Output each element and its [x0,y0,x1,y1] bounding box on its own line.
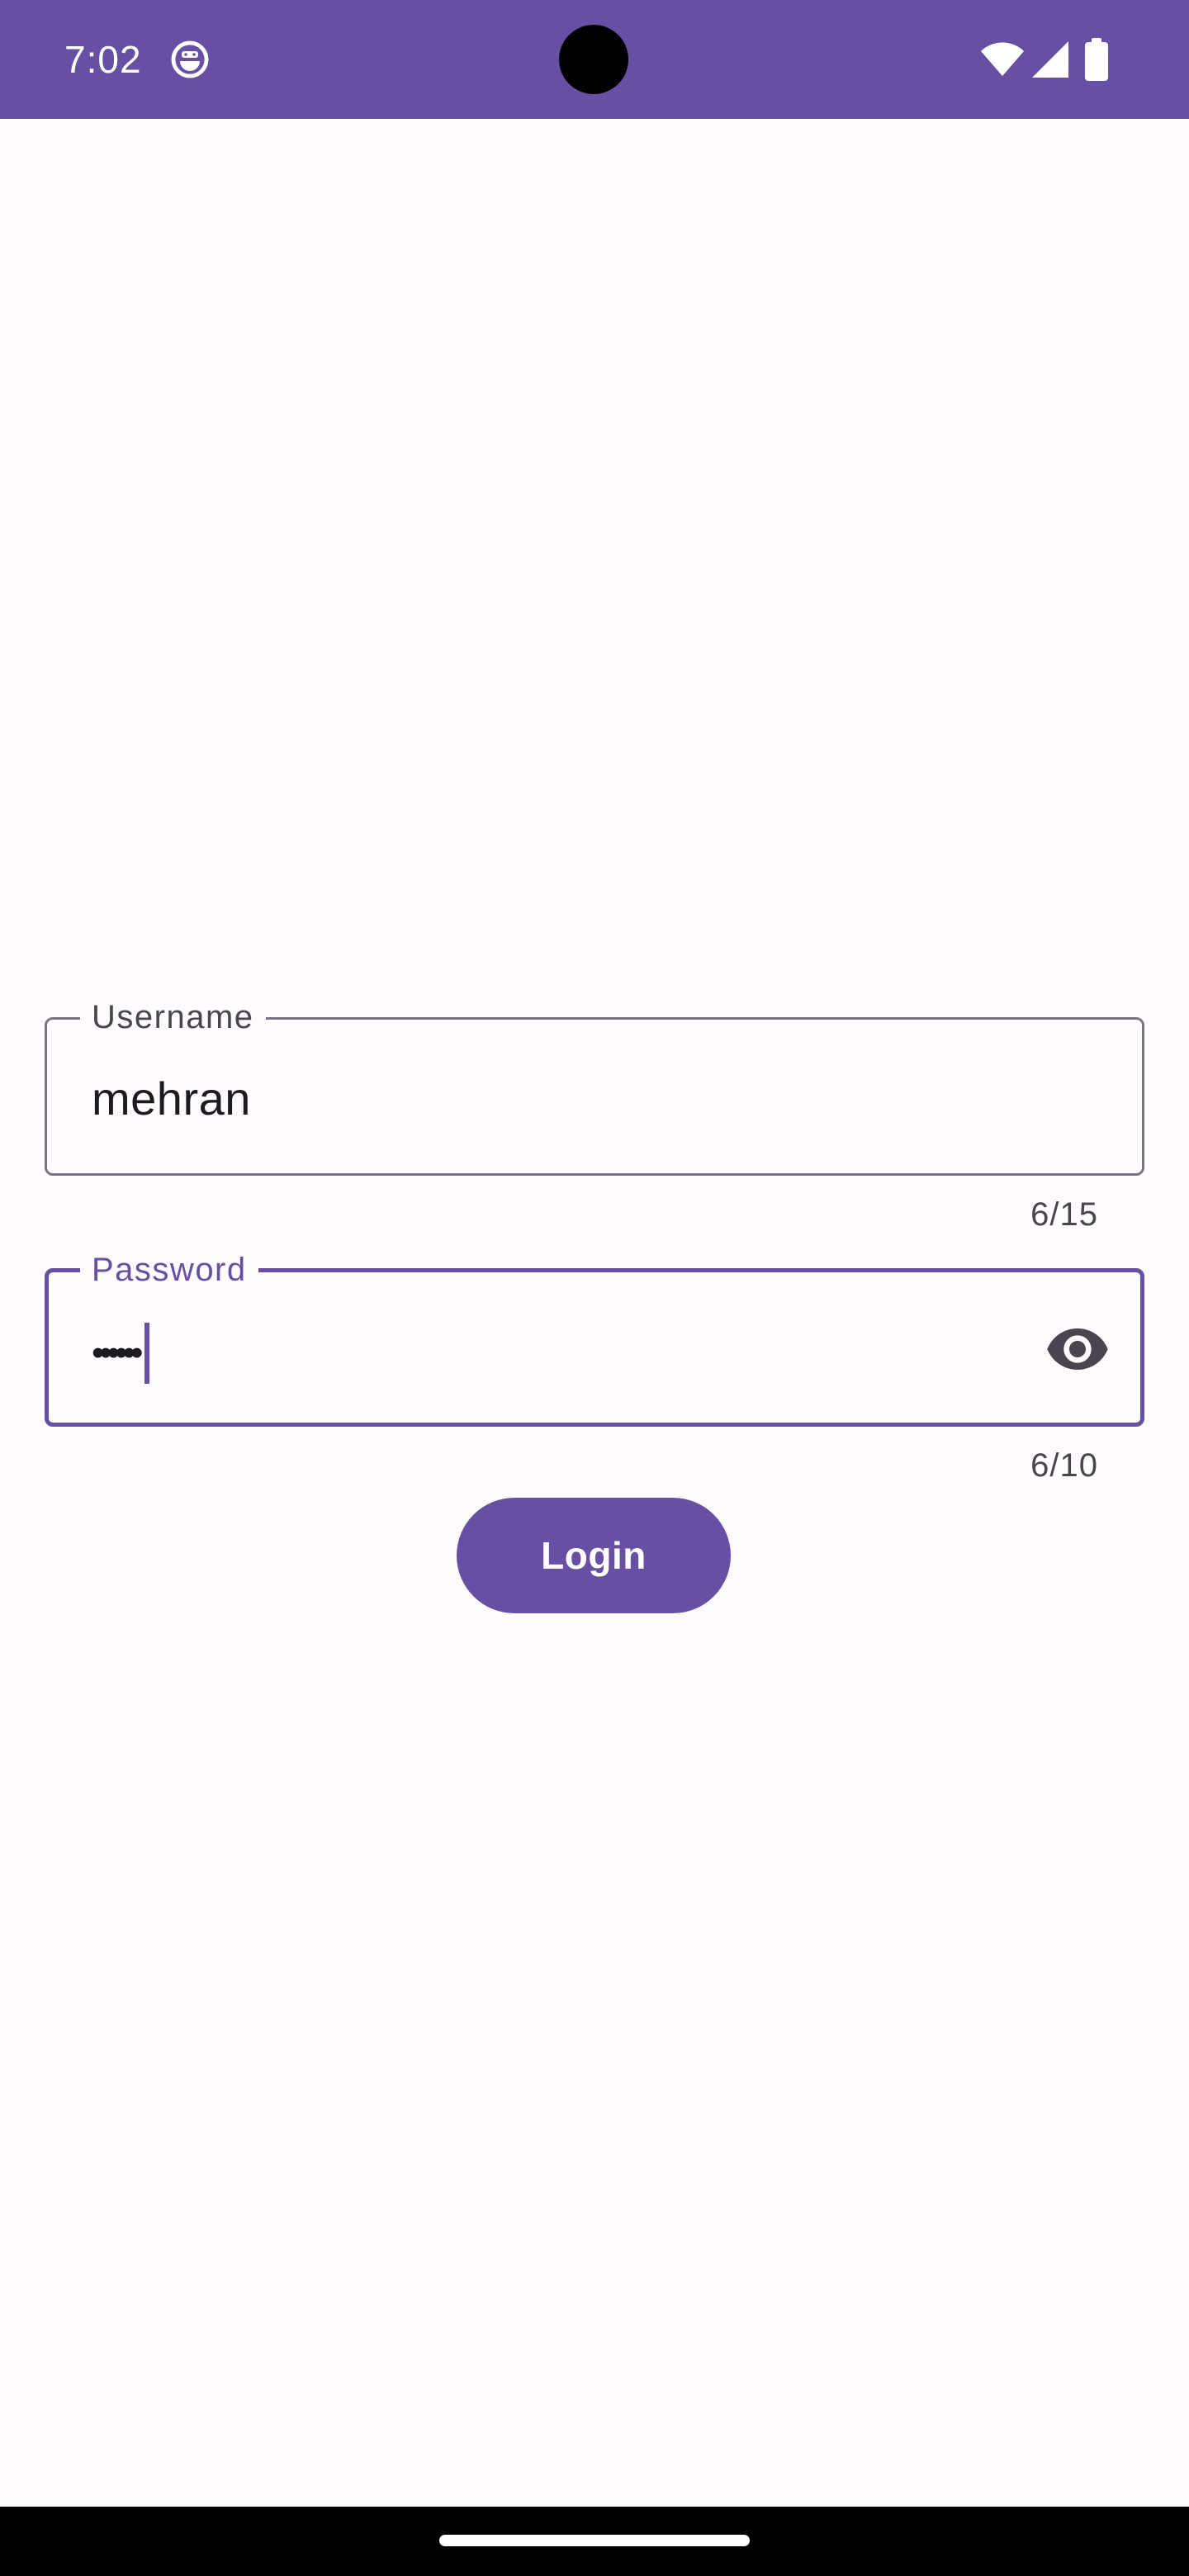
navigation-bar [0,2507,1189,2576]
password-masked-text: •••••• [92,1333,143,1373]
username-counter: 6/15 [1030,1196,1098,1233]
camera-cutout [559,25,628,94]
home-indicator[interactable] [439,2535,750,2546]
login-button[interactable]: Login [457,1498,731,1613]
status-time: 7:02 [64,38,142,81]
debug-icon [171,40,209,78]
username-value: mehran [92,1073,251,1125]
visibility-icon[interactable] [1045,1316,1111,1382]
wifi-icon [981,42,1024,76]
status-bar: 7:02 [0,0,1189,119]
username-field[interactable]: Username mehran [45,998,1144,1176]
login-button-label: Login [541,1534,647,1577]
text-cursor [144,1323,150,1384]
password-counter: 6/10 [1030,1447,1098,1484]
password-label: Password [80,1251,258,1289]
username-label: Username [80,998,266,1036]
password-field[interactable]: Password •••••• [45,1251,1144,1427]
battery-icon [1085,38,1108,81]
password-value: •••••• [92,1320,150,1386]
signal-icon [1032,41,1068,78]
